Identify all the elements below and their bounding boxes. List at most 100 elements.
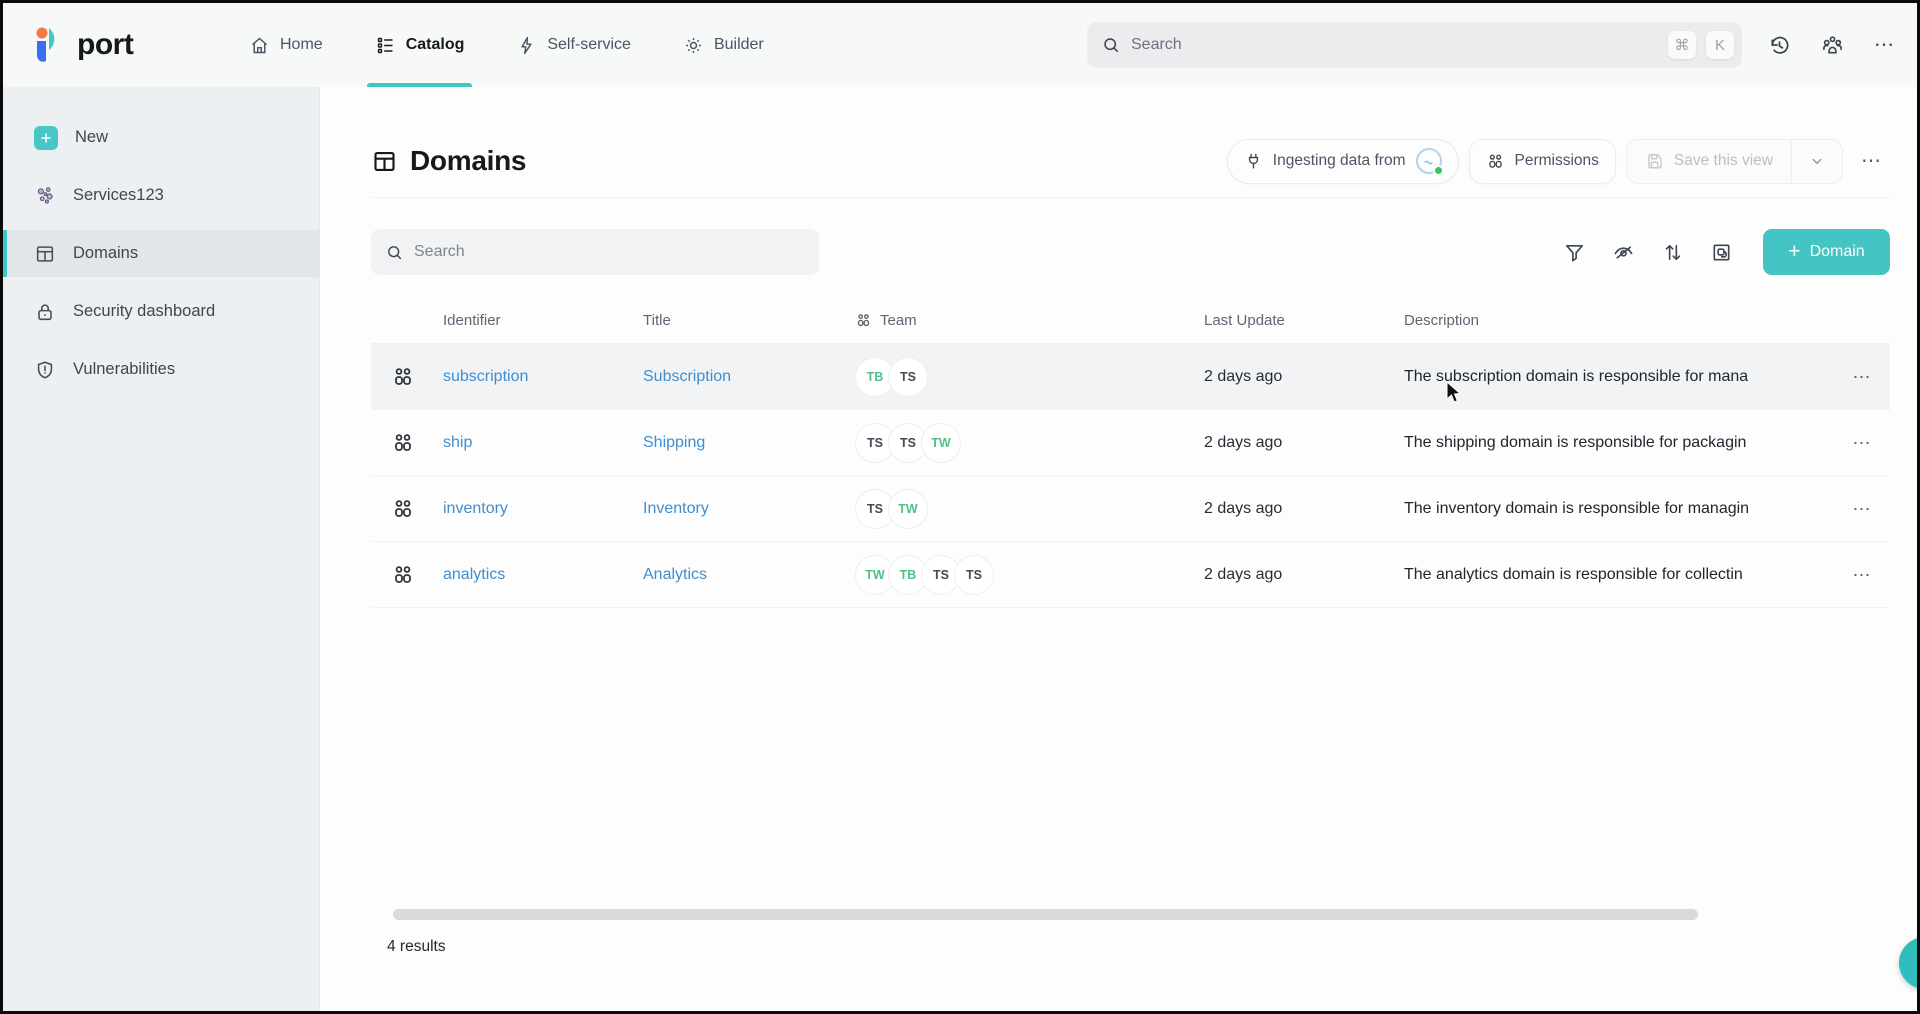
column-header-last-update[interactable]: Last Update [1196, 312, 1396, 329]
organization-button[interactable] [1817, 30, 1848, 61]
header-more-button[interactable]: ⋯ [1853, 147, 1890, 175]
blueprint-icon [391, 563, 415, 587]
sidebar-item-security-dashboard[interactable]: Security dashboard [3, 288, 319, 335]
plus-icon: + [1788, 241, 1800, 262]
app-window: port Home Catalog [0, 0, 1920, 1014]
table-row-ship[interactable]: ship Shipping TS TS TW 2 days ago The sh… [371, 410, 1890, 476]
ellipsis-icon: ⋯ [1853, 367, 1872, 387]
kbd-k: K [1706, 31, 1734, 59]
sidebar-item-vulnerabilities[interactable]: Vulnerabilities [3, 346, 319, 393]
column-header-identifier[interactable]: Identifier [435, 312, 635, 329]
horizontal-scrollbar[interactable] [393, 909, 1698, 920]
column-header-team[interactable]: Team [847, 312, 1196, 329]
table-row-analytics[interactable]: analytics Analytics TW TB TS TS 2 days a… [371, 542, 1890, 608]
header-actions: Ingesting data from Permissions [1227, 139, 1890, 184]
column-header-title[interactable]: Title [635, 312, 847, 329]
sidebar-item-label: Services123 [73, 186, 164, 205]
status-green-dot [1433, 165, 1444, 176]
sort-button[interactable] [1655, 235, 1690, 270]
identifier-link[interactable]: inventory [435, 500, 635, 518]
home-icon [249, 35, 270, 56]
group-by-button[interactable] [1704, 235, 1739, 270]
results-count: 4 results [387, 938, 446, 956]
add-domain-label: Domain [1810, 243, 1865, 261]
sidebar-item-label: Domains [73, 244, 138, 263]
ellipsis-icon: ⋯ [1861, 150, 1882, 172]
table-icon [34, 243, 56, 265]
row-more-button[interactable]: ⋯ [1853, 368, 1872, 386]
sidebar-item-label: Security dashboard [73, 302, 215, 321]
port-logo-text: port [77, 28, 133, 62]
identifier-link[interactable]: ship [435, 434, 635, 452]
last-update-cell: 2 days ago [1196, 500, 1396, 518]
table-icon [371, 148, 398, 175]
sidebar-item-domains[interactable]: Domains [3, 230, 319, 277]
ellipsis-icon: ⋯ [1853, 433, 1872, 453]
sidebar-item-services123[interactable]: Services123 [3, 172, 319, 219]
history-icon [1768, 34, 1791, 57]
primary-nav: Home Catalog Self-service [223, 3, 790, 87]
last-update-cell: 2 days ago [1196, 434, 1396, 452]
ellipsis-icon: ⋯ [1853, 499, 1872, 519]
table-header-row: Identifier Title Team Last Update Descri… [371, 297, 1890, 343]
plus-square-icon [34, 126, 58, 150]
sidebar-item-label: Vulnerabilities [73, 360, 175, 379]
save-view-label: Save this view [1674, 152, 1773, 170]
global-search-input[interactable] [1131, 36, 1658, 54]
description-cell: The inventory domain is responsible for … [1396, 500, 1834, 518]
nav-item-catalog[interactable]: Catalog [349, 3, 491, 87]
identifier-link[interactable]: subscription [435, 368, 635, 386]
team-avatar[interactable]: TW [888, 489, 928, 529]
organization-icon [1821, 34, 1844, 57]
title-link[interactable]: Shipping [635, 434, 847, 452]
column-header-description[interactable]: Description [1396, 312, 1834, 329]
team-cell: TS TS TW [847, 423, 1196, 463]
team-cell: TS TW [847, 489, 1196, 529]
history-button[interactable] [1764, 30, 1795, 61]
team-avatar[interactable]: TS [888, 357, 928, 397]
hide-columns-button[interactable] [1606, 235, 1641, 270]
page-title: Domains [410, 145, 526, 177]
table-search-input[interactable] [414, 243, 805, 261]
blueprint-icon [391, 497, 415, 521]
table-row-subscription[interactable]: subscription Subscription TB TS 2 days a… [371, 344, 1890, 410]
identifier-link[interactable]: analytics [435, 566, 635, 584]
team-avatar[interactable]: TW [921, 423, 961, 463]
floppy-disk-icon [1645, 152, 1664, 171]
title-link[interactable]: Analytics [635, 566, 847, 584]
title-link[interactable]: Subscription [635, 368, 847, 386]
global-search[interactable]: ⌘ K [1087, 22, 1742, 68]
header-divider [371, 197, 1890, 198]
blueprint-icon [391, 365, 415, 389]
row-more-button[interactable]: ⋯ [1853, 500, 1872, 518]
filter-button[interactable] [1557, 235, 1592, 270]
port-logo[interactable]: port [3, 3, 203, 87]
row-more-button[interactable]: ⋯ [1853, 566, 1872, 584]
description-cell: The analytics domain is responsible for … [1396, 566, 1834, 584]
gear-icon [683, 35, 704, 56]
title-link[interactable]: Inventory [635, 500, 847, 518]
row-more-button[interactable]: ⋯ [1853, 434, 1872, 452]
table-search[interactable] [371, 229, 819, 275]
team-cell: TB TS [847, 357, 1196, 397]
nav-item-label: Home [280, 36, 323, 54]
add-domain-button[interactable]: + Domain [1763, 229, 1890, 275]
nav-item-self-service[interactable]: Self-service [490, 3, 657, 87]
permissions-button[interactable]: Permissions [1469, 139, 1616, 184]
mouse-cursor [1446, 381, 1463, 405]
ingesting-data-label: Ingesting data from [1273, 152, 1406, 170]
nav-item-home[interactable]: Home [223, 3, 349, 87]
table-body: subscription Subscription TB TS 2 days a… [371, 343, 1890, 608]
sidebar-item-new[interactable]: New [3, 114, 319, 161]
team-avatar[interactable]: TS [954, 555, 994, 595]
ingesting-data-button[interactable]: Ingesting data from [1227, 139, 1459, 184]
port-logo-icon [33, 26, 67, 64]
description-cell: The shipping domain is responsible for p… [1396, 434, 1834, 452]
search-icon [1101, 35, 1121, 55]
lightning-bolt-icon [516, 35, 537, 56]
table-row-inventory[interactable]: inventory Inventory TS TW 2 days ago The… [371, 476, 1890, 542]
save-view-dropdown-button[interactable] [1791, 140, 1842, 183]
topbar-more-button[interactable]: ⋯ [1870, 31, 1899, 59]
nav-item-builder[interactable]: Builder [657, 3, 790, 87]
save-view-button[interactable]: Save this view [1627, 140, 1791, 183]
